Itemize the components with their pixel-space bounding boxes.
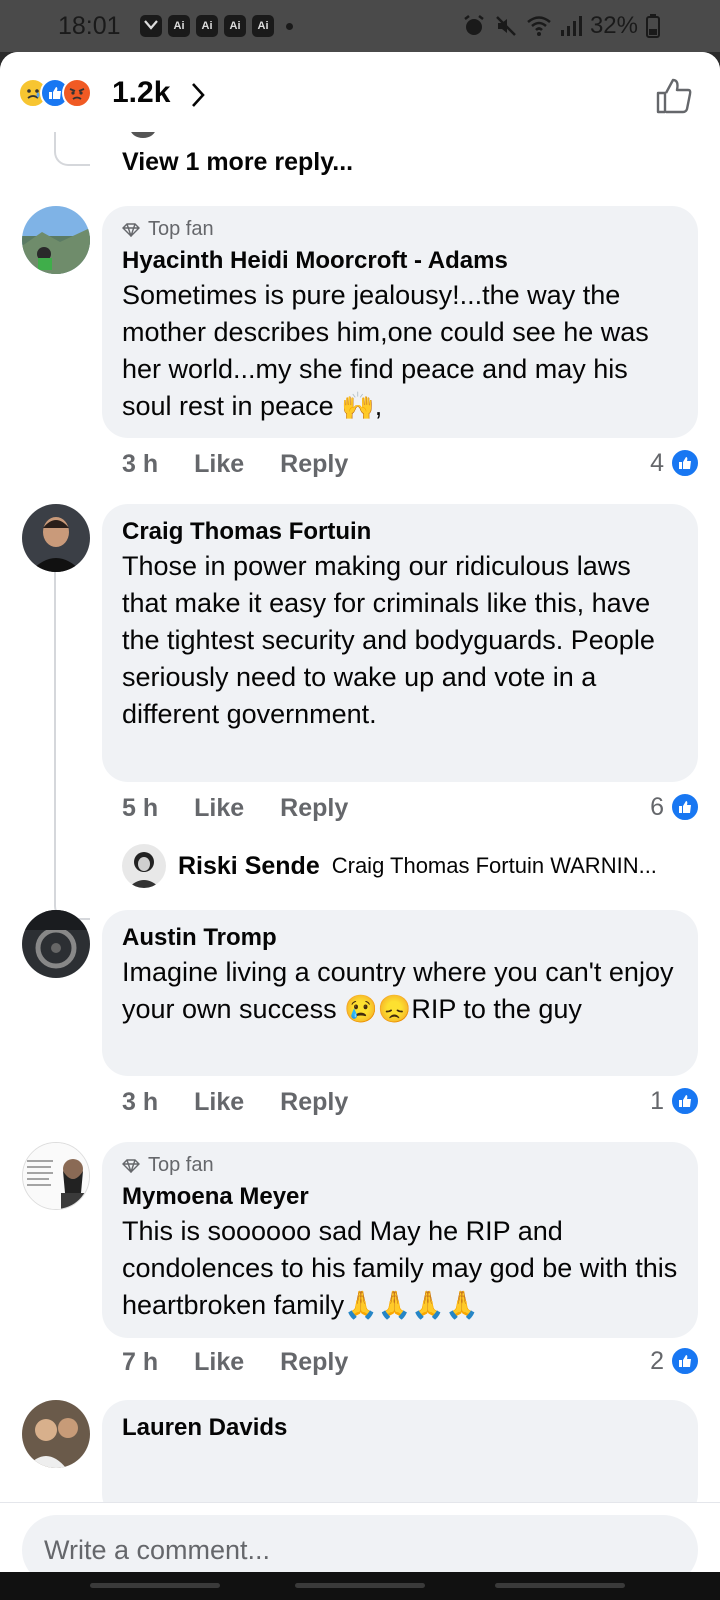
like-count[interactable]: 2 [650,1346,700,1376]
reply-button[interactable]: Reply [280,1348,348,1377]
angry-reaction-icon [62,78,92,108]
nav-recents-handle[interactable] [495,1583,625,1588]
like-count[interactable]: 6 [650,792,700,822]
comment-author[interactable]: Hyacinth Heidi Moorcroft - Adams [122,245,678,277]
top-fan-label: Top fan [148,218,214,240]
thread-connector [54,132,90,166]
comment-author[interactable]: Austin Tromp [122,922,678,954]
mute-icon [496,16,516,36]
reaction-count[interactable]: 1.2k [112,76,170,110]
reactions-header: 1.2k [0,52,720,132]
diamond-icon [122,1158,140,1173]
battery-icon [646,14,660,38]
comment-composer: Write a comment... [0,1502,720,1572]
status-time: 18:01 [58,12,121,40]
comment-time: 7 h [122,1348,159,1376]
comment-bubble: Austin Tromp Imagine living a country wh… [102,910,698,1076]
avatar[interactable] [122,844,166,888]
comment-bubble: Top fan Hyacinth Heidi Moorcroft - Adams… [102,206,698,438]
status-right: 32% [462,12,660,40]
like-outline-icon[interactable] [654,76,694,116]
ai-app-icon: Ai [224,15,246,37]
comment-author[interactable]: Mymoena Meyer [122,1181,678,1213]
like-count-value: 2 [650,1346,664,1375]
reply-button[interactable]: Reply [280,794,348,823]
ai-app-icon: Ai [252,15,274,37]
comment-time: 3 h [122,1088,159,1116]
like-badge-icon [670,1346,700,1376]
like-button[interactable]: Like [194,1348,244,1377]
reply-author[interactable]: Riski Sende [178,852,320,881]
reply-preview[interactable]: Riski Sende Craig Thomas Fortuin WARNIN.… [122,844,657,888]
ai-app-icon: Ai [196,15,218,37]
like-badge-icon [670,448,700,478]
comment-time: 3 h [122,450,159,478]
like-count[interactable]: 1 [650,1086,700,1116]
nav-back-handle[interactable] [90,1583,220,1588]
top-fan-badge: Top fan [122,1154,678,1177]
like-badge-icon [670,1086,700,1116]
like-button[interactable]: Like [194,450,244,479]
comment-bubble: Lauren Davids [102,1400,698,1502]
reply-snippet: Craig Thomas Fortuin WARNIN... [331,853,657,878]
like-count[interactable]: 4 [650,448,700,478]
avatar[interactable] [22,504,90,572]
comment-author[interactable]: Craig Thomas Fortuin [122,516,678,548]
avatar[interactable] [22,1400,90,1468]
diamond-icon [122,222,140,237]
more-notifications-dot [286,22,293,30]
comment-feed: View 1 more reply... Top fan Hyacinth He… [0,132,720,1502]
comment-text: Sometimes is pure jealousy!...the way th… [122,280,649,421]
comment-actions: 3 h Like Reply [122,450,348,479]
comment-bubble: Craig Thomas Fortuin Those in power maki… [102,504,698,782]
top-fan-badge: Top fan [122,218,678,241]
reaction-summary[interactable] [18,78,92,108]
comment-actions: 5 h Like Reply [122,794,348,823]
comment-text: Imagine living a country where you can't… [122,957,674,1024]
signal-icon [560,16,582,36]
app-icon [140,15,162,37]
notification-icons: Ai Ai Ai Ai [140,15,293,37]
comment-text: This is soooooo sad May he RIP and condo… [122,1216,678,1320]
like-button[interactable]: Like [194,794,244,823]
nav-home-handle[interactable] [295,1583,425,1588]
reply-button[interactable]: Reply [280,450,348,479]
status-bar: 18:01 Ai Ai Ai Ai 32% [0,0,720,52]
comment-actions: 7 h Like Reply [122,1348,348,1377]
wifi-icon [527,16,551,36]
avatar[interactable] [22,910,90,978]
comments-sheet: 1.2k View 1 more reply... Top fan Hyacin… [0,52,720,1572]
comment-text: Those in power making our ridiculous law… [122,551,655,729]
avatar[interactable] [22,1142,90,1210]
avatar[interactable] [22,206,90,274]
battery-percent: 32% [589,12,638,39]
like-badge-icon [670,792,700,822]
like-button[interactable]: Like [194,1088,244,1117]
top-fan-label: Top fan [148,1154,214,1176]
system-nav-bar [0,1572,720,1600]
comment-author[interactable]: Lauren Davids [122,1412,678,1444]
comment-time: 5 h [122,794,159,822]
like-count-value: 6 [650,792,664,821]
ai-app-icon: Ai [168,15,190,37]
view-more-replies-link[interactable]: View 1 more reply... [122,148,353,177]
thread-connector [54,572,90,920]
comment-actions: 3 h Like Reply [122,1088,348,1117]
like-count-value: 1 [650,1086,664,1115]
like-count-value: 4 [650,448,664,477]
reply-button[interactable]: Reply [280,1088,348,1117]
comment-input[interactable]: Write a comment... [22,1515,698,1572]
alarm-icon [464,15,484,35]
chevron-right-icon[interactable] [188,80,208,110]
comment-bubble: Top fan Mymoena Meyer This is soooooo sa… [102,1142,698,1338]
partial-avatar [130,132,156,138]
